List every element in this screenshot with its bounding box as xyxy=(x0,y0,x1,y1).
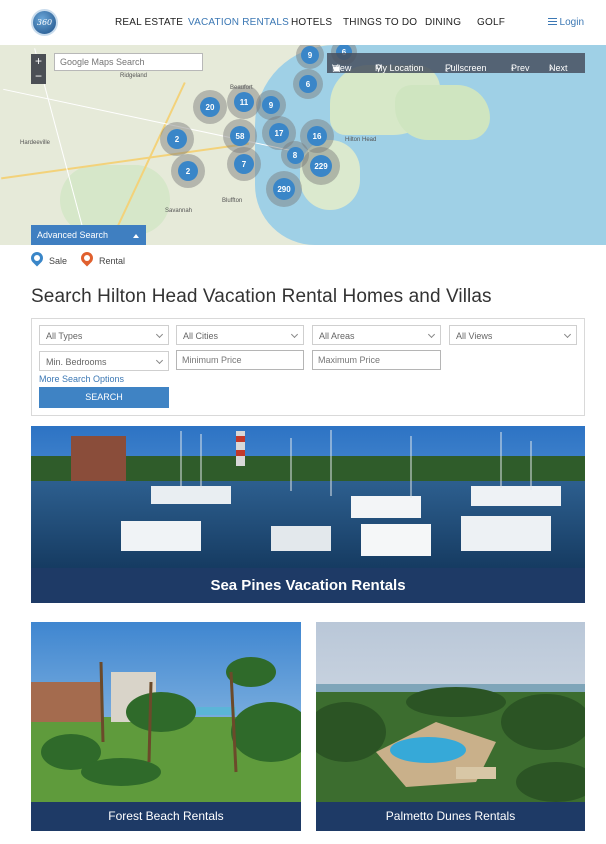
login-link[interactable]: Login xyxy=(547,17,584,28)
palmetto-dunes-title: Palmetto Dunes Rentals xyxy=(316,802,585,831)
login-label: Login xyxy=(559,17,584,28)
map-cluster[interactable]: 20 xyxy=(193,90,227,124)
nav-things-to-do[interactable]: THINGS TO DO xyxy=(343,17,417,28)
page-title: Search Hilton Head Vacation Rental Homes… xyxy=(31,286,492,307)
zoom-in-button[interactable]: + xyxy=(31,54,46,69)
property-map[interactable]: Bluffton Hilton Head Savannah Ridgeland … xyxy=(0,45,606,245)
chevron-down-icon xyxy=(563,330,572,339)
advanced-search-toggle[interactable]: Advanced Search xyxy=(31,225,146,245)
map-place-label: Ridgeland xyxy=(120,73,148,79)
map-cluster[interactable]: 229 xyxy=(302,147,340,185)
nav-dining[interactable]: DINING xyxy=(425,17,461,28)
sea-pines-card[interactable]: Sea Pines Vacation Rentals xyxy=(31,426,585,603)
chevron-right-icon: › xyxy=(549,63,552,73)
view-label: View xyxy=(332,63,352,73)
more-search-options-link[interactable]: More Search Options xyxy=(39,374,124,384)
city-select[interactable]: All Cities xyxy=(176,325,304,345)
nav-real-estate[interactable]: REAL ESTATE xyxy=(115,17,183,28)
palmetto-dunes-card[interactable]: Palmetto Dunes Rentals xyxy=(316,622,585,831)
chevron-down-icon xyxy=(155,356,164,365)
map-cluster[interactable]: 2 xyxy=(171,154,205,188)
cluster-count: 2 xyxy=(178,161,198,181)
nav-vacation-rentals[interactable]: VACATION RENTALS xyxy=(188,17,289,28)
nav-golf[interactable]: GOLF xyxy=(477,17,505,28)
cluster-count: 229 xyxy=(310,155,332,177)
sea-pines-title: Sea Pines Vacation Rentals xyxy=(31,568,585,603)
advanced-search-label: Advanced Search xyxy=(37,230,109,240)
cluster-count: 6 xyxy=(299,75,317,93)
type-select[interactable]: All Types xyxy=(39,325,169,345)
max-price-placeholder: Maximum Price xyxy=(318,355,381,365)
chevron-down-icon xyxy=(427,330,436,339)
map-search-input[interactable] xyxy=(54,53,203,71)
logo-text: 360 xyxy=(36,18,53,27)
type-select-value: All Types xyxy=(46,331,83,341)
palmetto-dunes-photo xyxy=(316,622,585,802)
view-select-value: All Views xyxy=(456,331,493,341)
my-location-label: My Location xyxy=(375,63,424,73)
cluster-count: 9 xyxy=(301,46,319,64)
cluster-count: 9 xyxy=(262,96,280,114)
cluster-count: 290 xyxy=(273,178,295,200)
map-place-label: Bluffton xyxy=(222,198,243,204)
forest-beach-card[interactable]: Forest Beach Rentals xyxy=(31,622,301,831)
min-price-placeholder: Minimum Price xyxy=(182,355,242,365)
caret-up-icon xyxy=(133,234,139,238)
map-cluster[interactable]: 7 xyxy=(227,147,261,181)
cluster-count: 16 xyxy=(307,126,327,146)
cluster-count: 20 xyxy=(200,97,220,117)
prev-label: Prev xyxy=(511,63,530,73)
bedrooms-select-value: Min. Bedrooms xyxy=(46,357,107,367)
rental-pin-icon xyxy=(78,249,96,267)
legend-rental: Rental xyxy=(99,256,126,266)
map-cluster[interactable]: 290 xyxy=(266,171,302,207)
nav-hotels[interactable]: HOTELS xyxy=(291,17,332,28)
area-select-value: All Areas xyxy=(319,331,355,341)
map-toolbar: ▣ View ⚲ My Location ⤢ Fullscreen ‹ Prev… xyxy=(327,53,585,73)
cluster-count: 11 xyxy=(234,92,254,112)
sale-pin-icon xyxy=(28,249,46,267)
zoom-controls: + − xyxy=(31,54,46,84)
max-price-input[interactable]: Maximum Price xyxy=(312,350,441,370)
cluster-count: 8 xyxy=(286,146,304,164)
cluster-count: 17 xyxy=(269,123,289,143)
cluster-count: 58 xyxy=(230,126,250,146)
cluster-count: 2 xyxy=(167,129,187,149)
site-logo[interactable]: 360 xyxy=(31,9,58,36)
fullscreen-label: Fullscreen xyxy=(445,63,487,73)
map-place-label: Hilton Head xyxy=(345,137,377,143)
view-select[interactable]: All Views xyxy=(449,325,577,345)
map-place-label: Savannah xyxy=(165,208,193,214)
map-cluster[interactable]: 6 xyxy=(293,69,323,99)
forest-beach-photo xyxy=(31,622,301,802)
bedrooms-select[interactable]: Min. Bedrooms xyxy=(39,351,169,371)
map-island xyxy=(395,85,490,140)
min-price-input[interactable]: Minimum Price xyxy=(176,350,304,370)
legend-sale: Sale xyxy=(49,256,68,266)
site-header: 360 REAL ESTATE VACATION RENTALS HOTELS … xyxy=(0,0,606,46)
zoom-out-button[interactable]: − xyxy=(31,69,46,84)
cluster-count: 7 xyxy=(234,154,254,174)
search-button[interactable]: SEARCH xyxy=(39,387,169,408)
city-select-value: All Cities xyxy=(183,331,219,341)
sea-pines-photo xyxy=(31,426,585,571)
map-cluster[interactable]: 2 xyxy=(160,122,194,156)
chevron-down-icon xyxy=(155,330,164,339)
chevron-down-icon xyxy=(290,330,299,339)
menu-icon xyxy=(547,18,557,25)
area-select[interactable]: All Areas xyxy=(312,325,441,345)
forest-beach-title: Forest Beach Rentals xyxy=(31,802,301,831)
map-place-label: Hardeeville xyxy=(20,140,51,146)
